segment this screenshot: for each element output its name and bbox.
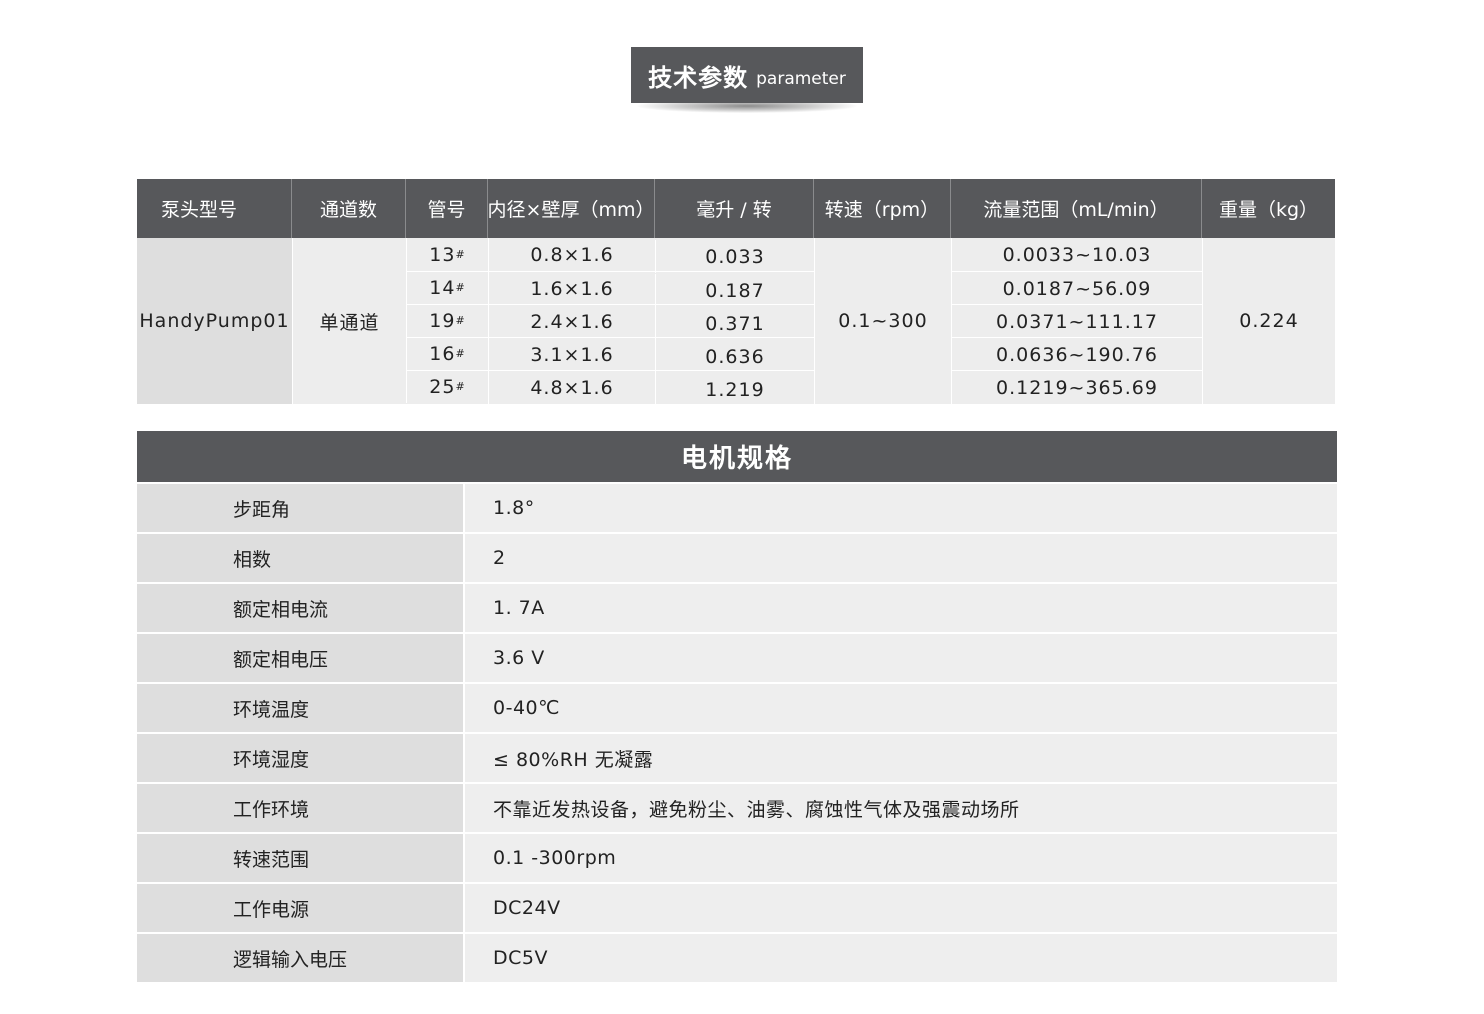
header-title: 技术参数	[648, 63, 749, 92]
spec-value: 1. 7A	[465, 584, 1337, 632]
spec-label: 相数	[137, 534, 463, 582]
dims-cell: 0.8×1.6	[488, 238, 655, 271]
tube-cell: 19 #	[406, 304, 488, 337]
spec-label: 环境温度	[137, 684, 463, 732]
table-row: 环境湿度 ≤ 80%RH 无凝露	[137, 734, 1337, 782]
table-row: 相数 2	[137, 534, 1337, 582]
ml-per-rev-cell: 0.636	[655, 340, 814, 373]
table-row: 工作环境 不靠近发热设备，避免粉尘、油雾、腐蚀性气体及强震动场所	[137, 784, 1337, 832]
spec-value: 0-40℃	[465, 684, 1337, 732]
spec-label: 逻辑输入电压	[137, 934, 463, 982]
spec-value: 不靠近发热设备，避免粉尘、油雾、腐蚀性气体及强震动场所	[465, 784, 1337, 832]
flow-cell: 0.0371~111.17	[951, 305, 1202, 338]
spec-label: 转速范围	[137, 834, 463, 882]
flow-cell: 0.1219~365.69	[951, 371, 1202, 404]
col-header-ml-per-rev: 毫升 / 转	[655, 179, 814, 238]
tube-cell: 16 #	[406, 337, 488, 370]
col-header-flow: 流量范围（mL/min）	[951, 179, 1202, 238]
spec-label: 额定相电压	[137, 634, 463, 682]
dims-cell: 1.6×1.6	[488, 272, 655, 305]
table-row: 额定相电压 3.6 V	[137, 634, 1337, 682]
dims-cell: 2.4×1.6	[488, 305, 655, 338]
col-header-channels: 通道数	[292, 179, 406, 238]
spec-value: DC24V	[465, 884, 1337, 932]
spec-value: DC5V	[465, 934, 1337, 982]
spec-value: 3.6 V	[465, 634, 1337, 682]
spec-label: 环境湿度	[137, 734, 463, 782]
spec-value: 1.8°	[465, 484, 1337, 532]
col-header-tube: 管号	[406, 179, 488, 238]
table-row: 转速范围 0.1 -300rpm	[137, 834, 1337, 882]
table-row: 工作电源 DC24V	[137, 884, 1337, 932]
table-row: 步距角 1.8°	[137, 484, 1337, 532]
motor-title: 电机规格	[137, 431, 1337, 482]
spec-label: 额定相电流	[137, 584, 463, 632]
badge-box: 技术参数 parameter	[631, 47, 863, 103]
flow-cell: 0.0033~10.03	[951, 238, 1202, 271]
pump-spec-table: 泵头型号 通道数 管号 内径×壁厚（mm） 毫升 / 转 转速（rpm） 流量范…	[137, 179, 1335, 406]
tube-cell: 14 #	[406, 271, 488, 304]
flow-cell: 0.0636~190.76	[951, 338, 1202, 371]
table-row: 逻辑输入电压 DC5V	[137, 934, 1337, 982]
weight-cell: 0.224	[1202, 238, 1335, 404]
speed-cell: 0.1~300	[814, 238, 951, 404]
table-row: 额定相电流 1. 7A	[137, 584, 1337, 632]
ml-per-rev-cell: 1.219	[655, 373, 814, 406]
tube-cell: 13 #	[406, 238, 488, 271]
col-header-dims: 内径×壁厚（mm）	[488, 179, 655, 238]
ml-per-rev-cell: 0.033	[655, 240, 814, 273]
model-cell: HandyPump01	[137, 238, 292, 404]
header-subtitle: parameter	[756, 69, 846, 89]
spec-value: ≤ 80%RH 无凝露	[465, 734, 1337, 782]
spec-value: 2	[465, 534, 1337, 582]
col-header-speed: 转速（rpm）	[814, 179, 951, 238]
section-header-badge: 技术参数 parameter	[631, 47, 863, 127]
ml-per-rev-cell: 0.371	[655, 307, 814, 340]
dims-cell: 3.1×1.6	[488, 338, 655, 371]
spec-label: 工作电源	[137, 884, 463, 932]
ml-per-rev-cell: 0.187	[655, 274, 814, 307]
col-header-model: 泵头型号	[137, 179, 292, 238]
flow-cell: 0.0187~56.09	[951, 272, 1202, 305]
dims-cell: 4.8×1.6	[488, 371, 655, 404]
tube-cell: 25 #	[406, 370, 488, 403]
col-header-weight: 重量（kg）	[1202, 179, 1335, 238]
spec-label: 步距角	[137, 484, 463, 532]
spec-label: 工作环境	[137, 784, 463, 832]
spec-value: 0.1 -300rpm	[465, 834, 1337, 882]
channels-cell: 单通道	[292, 238, 406, 404]
motor-spec-table: 电机规格 步距角 1.8° 相数 2 额定相电流 1. 7A 额定相电压 3.6 V 环…	[137, 431, 1337, 982]
table-row: 环境温度 0-40℃	[137, 684, 1337, 732]
